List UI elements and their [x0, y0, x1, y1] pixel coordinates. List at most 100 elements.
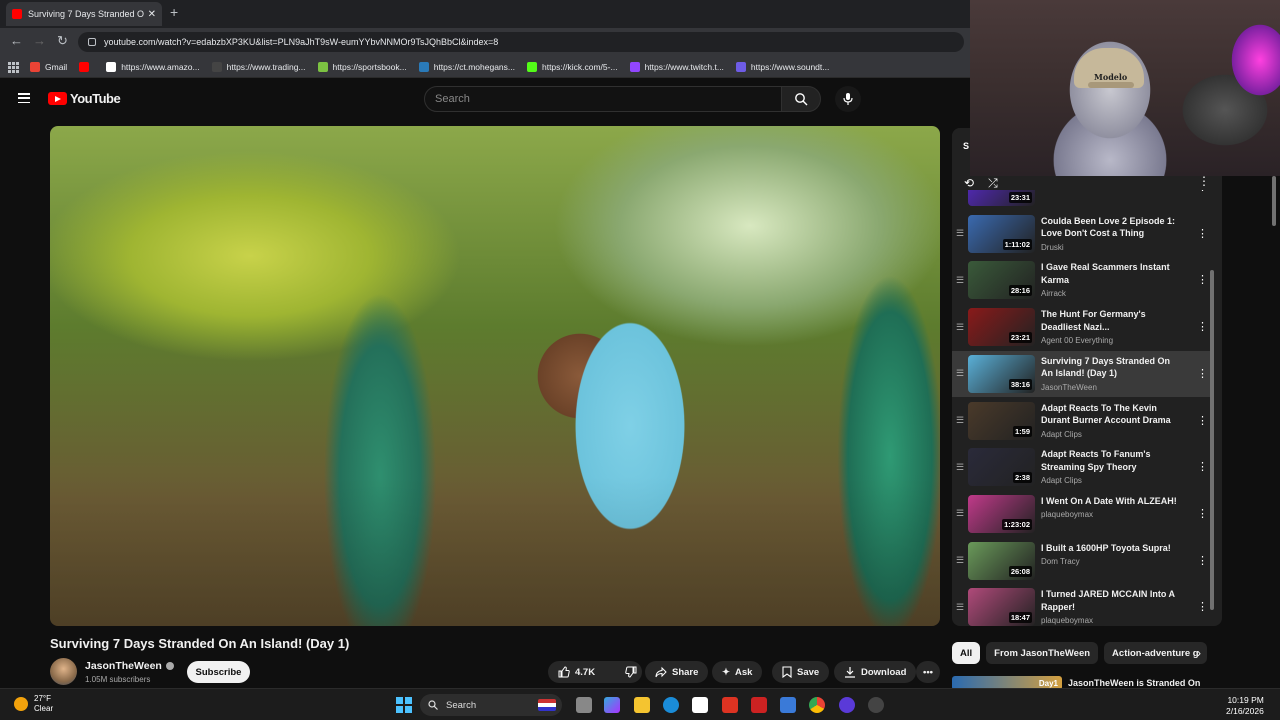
app-blue-icon[interactable]	[780, 697, 796, 713]
bookmark-gmail[interactable]: Gmail	[30, 61, 67, 72]
drag-handle-icon[interactable]: ☰	[952, 398, 968, 444]
drag-handle-icon[interactable]: ☰	[952, 584, 968, 626]
video-thumbnail[interactable]: 23:21	[968, 308, 1035, 347]
search-button[interactable]	[781, 86, 821, 112]
bookmark-sportsbook[interactable]: https://sportsbook...	[317, 61, 407, 72]
chip-from-channel[interactable]: From JasonTheWeen	[986, 642, 1099, 664]
save-button[interactable]: Save	[772, 661, 830, 683]
shuffle-icon[interactable]: ⤮	[988, 176, 998, 191]
share-button[interactable]: Share	[645, 661, 709, 683]
bookmark-soundtrap[interactable]: https://www.soundt...	[735, 61, 829, 72]
item-more-icon[interactable]: ⋮	[1197, 273, 1208, 286]
drag-handle-icon[interactable]: ☰	[952, 444, 968, 490]
bookmark-tradingview[interactable]: https://www.trading...	[211, 61, 306, 72]
video-thumbnail[interactable]: 2:38	[968, 448, 1035, 487]
windows-start-icon[interactable]	[396, 697, 412, 713]
playlist-item[interactable]: ☰ 28:16 I Gave Real Scammers Instant Karma…	[952, 257, 1212, 303]
channel-name[interactable]: JasonTheWeen	[85, 660, 174, 672]
page-scrollbar[interactable]	[1270, 176, 1278, 688]
weather-widget[interactable]: 27°F Clear	[14, 694, 53, 714]
playlist-item[interactable]: ☰ 18:47 I Turned JARED MCCAIN Into A Rappe…	[952, 584, 1212, 626]
playlist-item[interactable]: ☰ 23:21 The Hunt For Germany's Deadliest N…	[952, 304, 1212, 350]
browser-tab[interactable]: Surviving 7 Days Stranded On ✕	[6, 2, 162, 26]
ask-button[interactable]: ✦ Ask	[712, 661, 763, 683]
download-button[interactable]: Download	[834, 661, 917, 683]
search-input[interactable]: Search	[424, 86, 782, 112]
video-thumbnail[interactable]: 1:59	[968, 401, 1035, 440]
video-thumbnail[interactable]: 1:11:02	[968, 214, 1035, 253]
bookmark-amazon[interactable]: https://www.amazo...	[106, 61, 200, 72]
dislike-button[interactable]	[615, 661, 647, 683]
drag-handle-icon[interactable]: ☰	[952, 491, 968, 537]
playlist-item[interactable]: ☰ 1:11:02 Coulda Been Love 2 Episode 1: Lo…	[952, 211, 1212, 257]
item-more-icon[interactable]: ⋮	[1197, 600, 1208, 613]
voice-search-button[interactable]	[835, 86, 861, 112]
close-tab-icon[interactable]: ✕	[148, 9, 156, 20]
more-actions-button[interactable]: •••	[916, 661, 940, 683]
playlist-item[interactable]: ☰ 2:38 Adapt Reacts To Fanum's Streaming S…	[952, 444, 1212, 490]
copilot-icon[interactable]	[604, 697, 620, 713]
chrome-icon[interactable]	[809, 697, 825, 713]
channel-avatar[interactable]	[50, 658, 77, 685]
video-thumbnail[interactable]: 18:47	[968, 588, 1035, 626]
bookmark-youtube[interactable]	[79, 61, 94, 72]
address-bar[interactable]: youtube.com/watch?v=edabzbXP3KU&list=PLN…	[78, 32, 964, 52]
item-more-icon[interactable]: ⋮	[1197, 227, 1208, 240]
drag-handle-icon[interactable]: ☰	[952, 351, 968, 397]
reload-icon[interactable]: ↻	[57, 33, 68, 49]
item-more-icon[interactable]: ⋮	[1197, 507, 1208, 520]
bookmark-twitch[interactable]: https://www.twitch.t...	[629, 61, 724, 72]
chevron-right-icon[interactable]: ›	[1197, 646, 1201, 660]
youtube-header: YouTube Search	[0, 78, 952, 122]
item-more-icon[interactable]: ⋮	[1197, 554, 1208, 567]
site-info-icon[interactable]	[88, 38, 96, 46]
taskbar-search[interactable]: Search	[420, 694, 562, 716]
download-label: Download	[861, 666, 907, 678]
new-tab-icon[interactable]: +	[170, 4, 178, 20]
item-more-icon[interactable]: ⋮	[1197, 320, 1208, 333]
apps-grid-icon[interactable]	[8, 61, 19, 73]
app-l-icon[interactable]	[722, 697, 738, 713]
playlist-more-icon[interactable]: ⋮	[1198, 174, 1210, 188]
drag-handle-icon[interactable]: ☰	[952, 257, 968, 303]
video-thumbnail[interactable]: 38:16	[968, 354, 1035, 393]
drag-handle-icon[interactable]: ☰	[952, 211, 968, 257]
bookmark-mohegan[interactable]: https://ct.mohegans...	[418, 61, 515, 72]
store-icon[interactable]	[692, 697, 708, 713]
app-record-icon[interactable]	[868, 697, 884, 713]
playlist-item[interactable]: ☰23:31MrBeast⋮	[952, 190, 1212, 210]
video-thumbnail[interactable]: 26:08	[968, 541, 1035, 580]
like-button[interactable]: 4.7K	[548, 661, 605, 683]
subscribe-button[interactable]: Subscribe	[187, 661, 250, 683]
playlist-item[interactable]: ☰ 38:16 Surviving 7 Days Stranded On An Is…	[952, 350, 1212, 397]
back-icon[interactable]: ←	[10, 33, 23, 48]
youtube-logo[interactable]: YouTube	[48, 91, 121, 106]
chip-all[interactable]: All	[952, 642, 981, 664]
forward-icon[interactable]: →	[33, 33, 46, 48]
video-thumbnail[interactable]: 28:16	[968, 261, 1035, 300]
edge-icon[interactable]	[663, 697, 679, 713]
playlist-item[interactable]: ☰ 26:08 I Built a 1600HP Toyota Supra! Dom …	[952, 538, 1212, 584]
loop-icon[interactable]: ⟲	[964, 176, 974, 191]
item-more-icon[interactable]: ⋮	[1197, 367, 1208, 380]
menu-icon[interactable]	[18, 93, 30, 103]
drag-handle-icon[interactable]: ☰	[952, 304, 968, 350]
video-thumbnail[interactable]: 23:31	[968, 190, 1035, 206]
bookmark-kick[interactable]: https://kick.com/5-...	[526, 61, 618, 72]
drag-handle-icon[interactable]: ☰	[952, 190, 968, 210]
item-more-icon[interactable]: ⋮	[1197, 414, 1208, 427]
playlist-item[interactable]: ☰ 1:59 Adapt Reacts To The Kevin Durant Bu…	[952, 398, 1212, 444]
file-explorer-icon[interactable]	[634, 697, 650, 713]
task-view-icon[interactable]	[576, 697, 592, 713]
playlist-item[interactable]: ☰ 1:23:02 I Went On A Date With ALZEAH! pla…	[952, 491, 1212, 537]
video-player[interactable]	[50, 126, 940, 626]
video-thumbnail[interactable]: 1:23:02	[968, 494, 1035, 533]
item-more-icon[interactable]: ⋮	[1197, 190, 1208, 193]
obs-icon[interactable]	[839, 697, 855, 713]
mcafee-icon[interactable]	[751, 697, 767, 713]
system-clock[interactable]: 10:19 PM 2/16/2026	[1226, 695, 1264, 717]
playlist-scrollbar[interactable]	[1209, 200, 1215, 620]
drag-handle-icon[interactable]: ☰	[952, 538, 968, 584]
chip-action-adventure[interactable]: Action-adventure g	[1104, 642, 1207, 664]
item-more-icon[interactable]: ⋮	[1197, 460, 1208, 473]
